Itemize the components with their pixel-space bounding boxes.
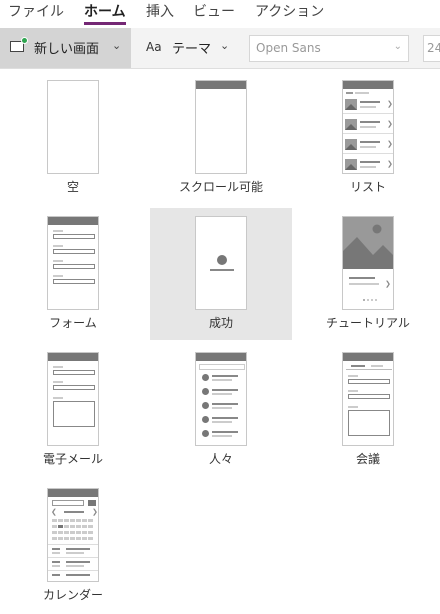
list-layout-icon: ❯ ❯ ❯ ❯: [342, 80, 394, 174]
theme-label: テーマ: [172, 42, 212, 57]
template-label: 空: [66, 180, 79, 194]
template-meeting[interactable]: 会議: [297, 344, 439, 476]
new-screen-button[interactable]: 新しい画面 ⌄: [0, 28, 131, 68]
active-tab-underline: [84, 22, 126, 25]
menu-file[interactable]: ファイル: [8, 2, 64, 22]
theme-button[interactable]: Aa テーマ ⌄: [146, 28, 236, 68]
scrollable-layout-icon: [195, 80, 247, 174]
template-form[interactable]: フォーム: [2, 208, 144, 340]
template-email[interactable]: 電子メール: [2, 344, 144, 476]
chevron-down-icon: ⌄: [112, 39, 122, 52]
success-layout-icon: [195, 216, 247, 310]
tutorial-layout-icon: ❯: [342, 216, 394, 310]
font-family-select[interactable]: Open Sans ⌄: [249, 35, 409, 62]
font-size-select[interactable]: 24: [423, 35, 440, 62]
chevron-down-icon: ⌄: [220, 39, 230, 52]
blank-layout-icon: [47, 80, 99, 174]
new-screen-icon: [10, 37, 28, 52]
menu-insert[interactable]: 挿入: [146, 2, 174, 22]
template-people[interactable]: 人々: [150, 344, 292, 476]
menu-action[interactable]: アクション: [255, 2, 324, 22]
menu-view[interactable]: ビュー: [193, 2, 235, 22]
new-screen-label: 新しい画面: [34, 42, 100, 57]
template-label: フォーム: [49, 316, 97, 330]
template-list[interactable]: ❯ ❯ ❯ ❯ リスト: [297, 72, 439, 204]
font-family-value: Open Sans: [256, 41, 321, 55]
template-label: カレンダー: [42, 588, 103, 602]
calendar-layout-icon: ❮ ❯: [47, 488, 99, 582]
font-size-value: 24: [427, 41, 440, 55]
template-calendar[interactable]: ❮ ❯ カレンダー: [2, 480, 144, 612]
email-layout-icon: [47, 352, 99, 446]
image-placeholder-icon: [343, 217, 393, 269]
template-tutorial[interactable]: ❯ チュートリアル: [297, 208, 439, 340]
meeting-layout-icon: [342, 352, 394, 446]
template-label: 会議: [355, 452, 380, 466]
template-blank[interactable]: 空: [2, 72, 144, 204]
template-label: リスト: [349, 180, 386, 194]
chevron-down-icon: ⌄: [393, 41, 402, 52]
template-scrollable[interactable]: スクロール可能: [150, 72, 292, 204]
template-label: スクロール可能: [178, 180, 263, 194]
menu-home[interactable]: ホーム: [84, 2, 126, 22]
template-label: チュートリアル: [326, 316, 410, 330]
people-layout-icon: [195, 352, 247, 446]
template-success[interactable]: 成功: [150, 208, 292, 340]
theme-icon: Aa: [146, 40, 162, 54]
ribbon-toolbar: 新しい画面 ⌄ Aa テーマ ⌄ Open Sans ⌄ 24: [0, 28, 440, 69]
menu-bar: ファイル ホーム 挿入 ビュー アクション: [0, 0, 440, 28]
form-layout-icon: [47, 216, 99, 310]
template-label: 電子メール: [42, 452, 103, 466]
template-label: 成功: [208, 316, 233, 330]
template-label: 人々: [208, 452, 233, 466]
